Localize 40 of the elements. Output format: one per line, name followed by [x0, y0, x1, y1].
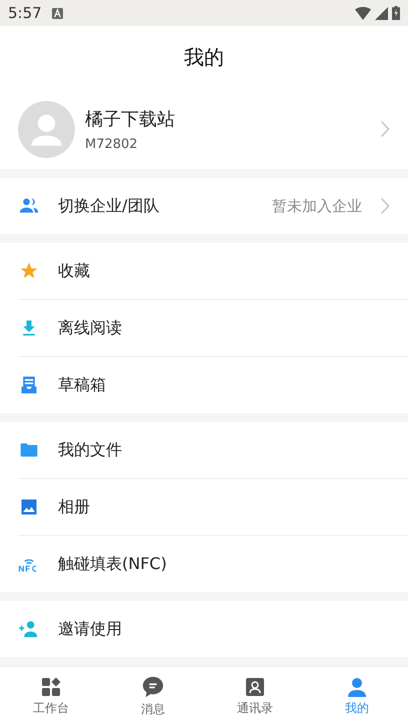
person-icon	[347, 677, 367, 698]
notification-icon	[52, 8, 63, 19]
menu-label: 离线阅读	[58, 318, 123, 339]
menu-item[interactable]: 收藏	[0, 243, 408, 300]
menu-item[interactable]: 草稿箱	[18, 356, 408, 414]
menu-label: 切换企业/团队	[58, 196, 160, 217]
menu-item[interactable]: 邀请使用	[0, 601, 408, 658]
page-title: 我的	[184, 44, 224, 71]
battery-icon	[392, 6, 400, 20]
nav-tab[interactable]: 我的	[306, 667, 408, 727]
menu-item[interactable]: 切换企业/团队 暂未加入企业	[0, 178, 408, 234]
nav-tab[interactable]: 工作台	[0, 667, 102, 727]
nav-tab[interactable]: 消息	[102, 667, 204, 727]
status-time: 5:57	[8, 4, 42, 22]
chevron-icon	[380, 197, 390, 216]
user-name: 橘子下载站	[85, 108, 176, 130]
menu-label: 邀请使用	[58, 618, 123, 640]
menu-label: 我的文件	[58, 440, 123, 461]
menu-item[interactable]: 我的文件	[0, 422, 408, 478]
menu-label: 收藏	[58, 260, 91, 282]
menu-label: 触碰填表(NFC)	[58, 554, 168, 575]
image-icon	[19, 497, 39, 518]
add-person-icon	[18, 620, 40, 638]
wifi-icon	[355, 6, 371, 20]
menu-item[interactable]: 触碰填表(NFC)	[18, 535, 408, 592]
signal-icon	[375, 6, 388, 20]
menu-item[interactable]: 离线阅读	[18, 299, 408, 356]
grid-icon	[41, 677, 61, 698]
nav-tab[interactable]: 通讯录	[204, 667, 306, 727]
avatar-icon	[18, 100, 75, 158]
menu-label: 相册	[58, 496, 91, 518]
menu-value: 暂未加入企业	[272, 196, 362, 216]
chevron-icon	[380, 120, 390, 138]
menu-item[interactable]: 相册	[18, 478, 408, 536]
chat-icon	[142, 676, 164, 698]
user-id: M72802	[85, 136, 139, 152]
tray-icon	[19, 375, 39, 396]
contact-card-icon	[245, 677, 265, 698]
profile-row[interactable]: 橘子下载站 M72802	[0, 88, 408, 170]
menu-label: 草稿箱	[58, 374, 107, 396]
